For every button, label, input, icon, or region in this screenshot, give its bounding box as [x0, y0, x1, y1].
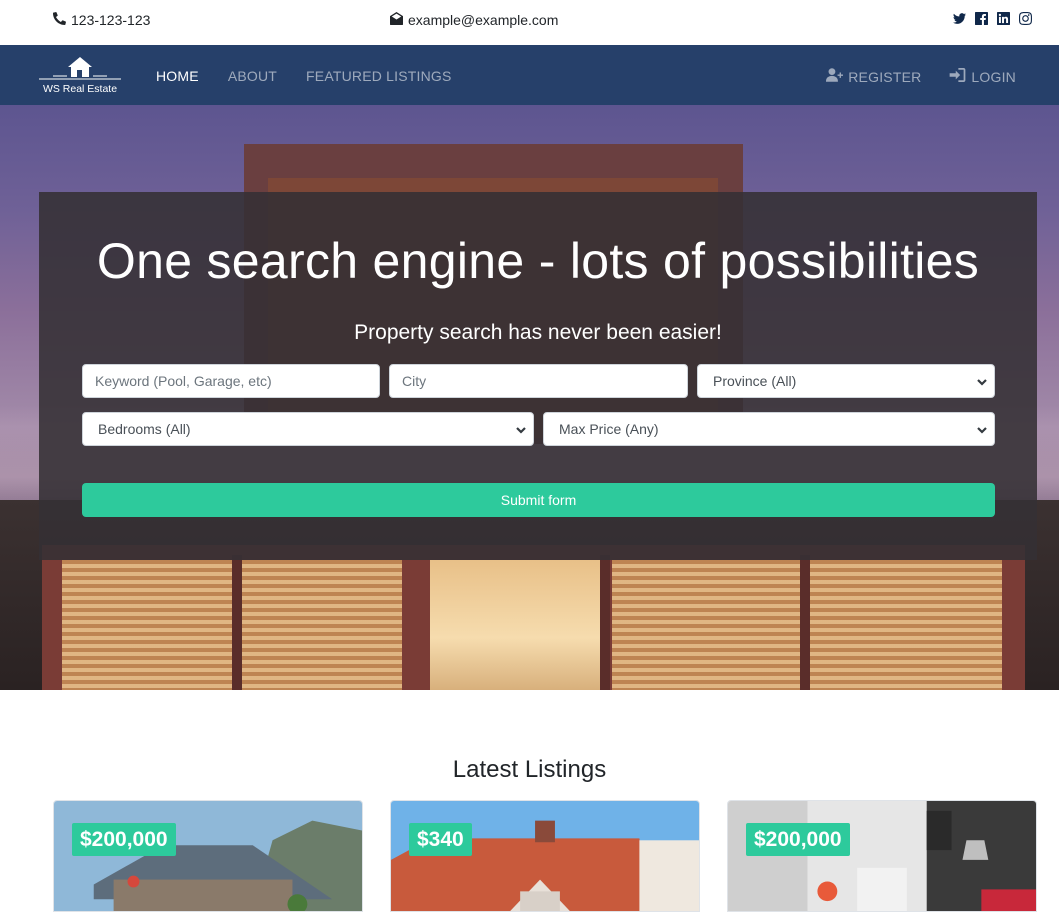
- facebook-icon[interactable]: [975, 12, 988, 25]
- hero-subtitle: Property search has never been easier!: [354, 321, 722, 344]
- latest-listings-heading: Latest Listings: [452, 756, 607, 783]
- phone-icon: [53, 12, 66, 28]
- listing-photo: [54, 801, 362, 911]
- main-navbar: WS Real Estate HOME ABOUT FEATURED LISTI…: [0, 45, 1059, 105]
- hero-house-pillar: [600, 555, 610, 690]
- listing-price: $340: [409, 823, 472, 856]
- max-price-select[interactable]: Max Price (Any): [543, 412, 995, 446]
- bedrooms-select[interactable]: Bedrooms (All): [82, 412, 534, 446]
- listing-photo: [728, 801, 1036, 911]
- chevron-down-icon: [515, 423, 527, 435]
- brand-logo[interactable]: WS Real Estate: [39, 56, 121, 96]
- top-bar: 123-123-123 example@example.com: [0, 0, 1059, 45]
- nav-featured-listings[interactable]: FEATURED LISTINGS: [306, 68, 452, 84]
- linkedin-icon[interactable]: [997, 12, 1010, 25]
- login-link[interactable]: LOGIN: [949, 68, 1016, 85]
- login-label: LOGIN: [971, 68, 1016, 85]
- account-nav: REGISTER LOGIN: [826, 68, 1016, 85]
- listing-photo: [391, 801, 699, 911]
- listing-card[interactable]: $340: [390, 800, 700, 912]
- listing-price: $200,000: [72, 823, 176, 856]
- chevron-down-icon: [976, 375, 988, 387]
- city-input[interactable]: City: [389, 364, 688, 398]
- keyword-placeholder: Keyword (Pool, Garage, etc): [95, 373, 272, 389]
- contact-email: example@example.com: [390, 12, 558, 28]
- submit-button[interactable]: Submit form: [82, 483, 995, 517]
- sign-in-icon: [949, 68, 966, 85]
- twitter-icon[interactable]: [953, 12, 966, 25]
- nav-about[interactable]: ABOUT: [228, 68, 277, 84]
- user-plus-icon: [826, 68, 844, 85]
- phone-text: 123-123-123: [71, 12, 151, 28]
- hero-house-pillar: [800, 555, 810, 690]
- listing-card[interactable]: $200,000: [53, 800, 363, 912]
- max-price-value: Max Price (Any): [559, 421, 659, 437]
- primary-nav: HOME ABOUT FEATURED LISTINGS: [156, 68, 452, 84]
- province-select[interactable]: Province (All): [697, 364, 995, 398]
- social-links: [953, 12, 1032, 25]
- envelope-open-icon: [390, 12, 403, 28]
- search-panel: One search engine - lots of possibilitie…: [39, 192, 1037, 560]
- hero-title: One search engine - lots of possibilitie…: [96, 233, 980, 289]
- hero-house-lit-room: [430, 560, 600, 690]
- register-label: REGISTER: [848, 68, 922, 85]
- city-placeholder: City: [402, 373, 427, 389]
- email-text: example@example.com: [408, 12, 559, 28]
- hero-section: One search engine - lots of possibilitie…: [0, 105, 1059, 690]
- keyword-input[interactable]: Keyword (Pool, Garage, etc): [82, 364, 380, 398]
- chevron-down-icon: [976, 423, 988, 435]
- bedrooms-value: Bedrooms (All): [98, 421, 191, 437]
- house-logo-icon: [39, 57, 121, 80]
- contact-phone: 123-123-123: [53, 12, 150, 28]
- listing-card[interactable]: $200,000: [727, 800, 1037, 912]
- nav-home[interactable]: HOME: [156, 68, 199, 84]
- register-link[interactable]: REGISTER: [826, 68, 921, 85]
- listing-price: $200,000: [746, 823, 850, 856]
- hero-house-pillar: [232, 555, 242, 690]
- province-value: Province (All): [713, 373, 797, 389]
- brand-name: WS Real Estate: [42, 83, 118, 95]
- instagram-icon[interactable]: [1019, 12, 1032, 25]
